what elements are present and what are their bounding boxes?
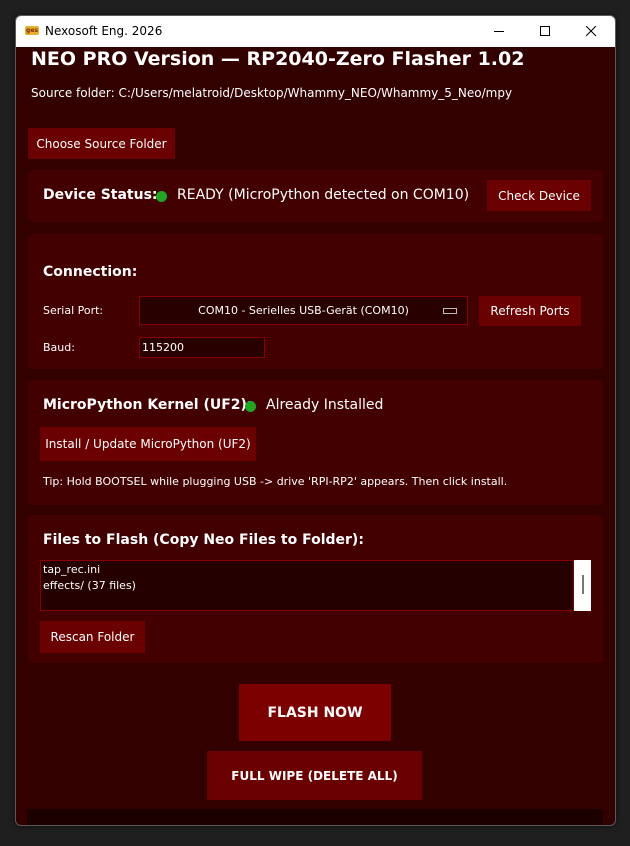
kernel-status-indicator [245,401,256,412]
bootsel-tip: Tip: Hold BOOTSEL while plugging USB -> … [43,475,508,488]
files-panel: Files to Flash (Copy Neo Files to Folder… [28,515,603,663]
title-bar: ges Nexosoft Eng. 2026 [16,16,615,47]
device-status-indicator [156,191,167,202]
source-folder-path: Source folder: C:/Users/melatroid/Deskto… [31,86,513,100]
progress-bar [27,809,603,825]
window-title: Nexosoft Eng. 2026 [45,24,163,38]
full-wipe-button[interactable]: FULL WIPE (DELETE ALL) [207,751,422,800]
kernel-panel: MicroPython Kernel (UF2): Already Instal… [28,380,603,505]
scrollbar-thumb[interactable] [582,575,584,594]
serial-port-label: Serial Port: [43,304,104,317]
device-status-panel: Device Status: READY (MicroPython detect… [28,170,603,222]
serial-port-value: COM10 - Serielles USB-Gerät (COM10) [198,304,409,317]
file-list-item: effects/ (37 files) [43,579,136,592]
choose-source-folder-button[interactable]: Choose Source Folder [28,128,175,159]
maximize-button[interactable] [522,16,568,47]
connection-panel: Connection: Serial Port: COM10 - Seriell… [28,234,603,369]
kernel-status-text: Already Installed [266,397,384,413]
minimize-button[interactable] [476,16,522,47]
close-icon [586,26,597,37]
kernel-title: MicroPython Kernel (UF2): [43,397,253,413]
rescan-folder-button[interactable]: Rescan Folder [40,621,145,653]
device-status-text: READY (MicroPython detected on COM10) [177,187,470,203]
connection-title: Connection: [43,264,138,280]
page-title: NEO PRO Version — RP2040-Zero Flasher 1.… [31,48,525,70]
files-scrollbar[interactable] [574,560,591,611]
install-micropython-button[interactable]: Install / Update MicroPython (UF2) [40,427,256,461]
dropdown-icon [443,308,457,314]
minimize-icon [494,31,504,32]
check-device-button[interactable]: Check Device [487,180,591,211]
baud-input[interactable]: 115200 [139,337,265,358]
device-status-label: Device Status: [43,187,158,203]
refresh-ports-button[interactable]: Refresh Ports [479,296,581,326]
maximize-icon [540,26,550,36]
close-button[interactable] [568,16,614,47]
flash-now-button[interactable]: FLASH NOW [239,684,391,741]
app-logo-icon: ges [25,26,39,35]
main-content: NEO PRO Version — RP2040-Zero Flasher 1.… [16,47,615,825]
file-list-item: tap_rec.ini [43,563,101,576]
files-title: Files to Flash (Copy Neo Files to Folder… [43,532,364,548]
baud-label: Baud: [43,341,75,354]
app-window: ges Nexosoft Eng. 2026 NEO PRO Version —… [15,15,616,826]
serial-port-select[interactable]: COM10 - Serielles USB-Gerät (COM10) [139,296,468,325]
files-list[interactable]: tap_rec.ini effects/ (37 files) [40,560,574,611]
